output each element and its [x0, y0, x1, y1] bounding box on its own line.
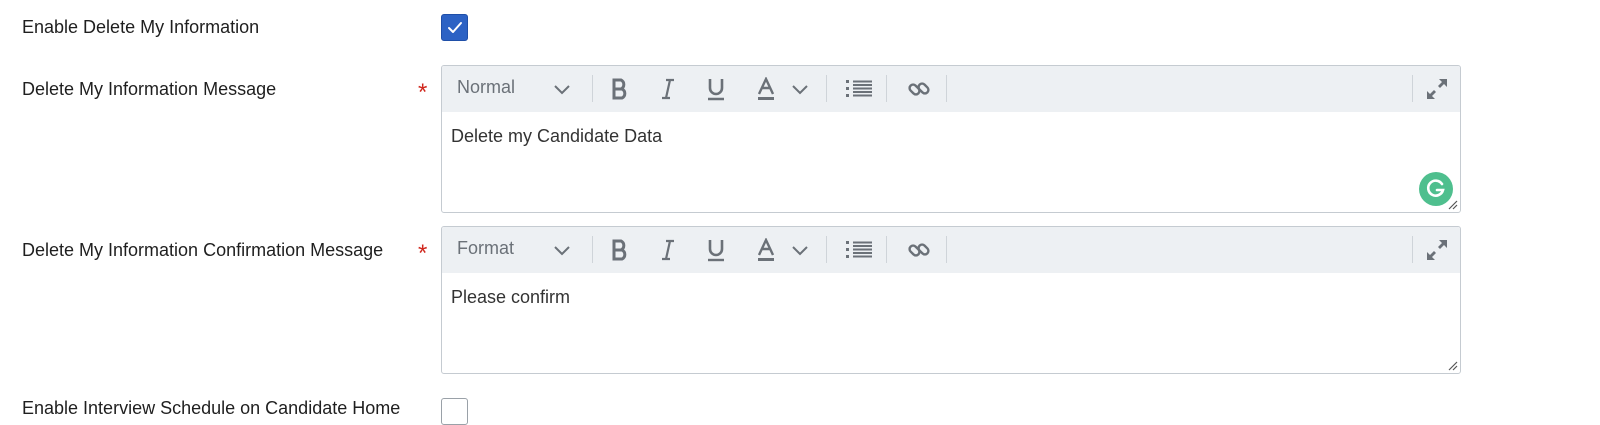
maximize-icon[interactable]: [1420, 66, 1454, 112]
bold-icon[interactable]: [606, 227, 634, 273]
resize-handle-icon[interactable]: [1446, 359, 1458, 371]
delete-message-label: Delete My Information Message: [22, 79, 277, 99]
bold-icon[interactable]: [606, 66, 634, 112]
maximize-icon[interactable]: [1420, 227, 1454, 273]
check-icon: [448, 22, 462, 33]
bulleted-list-icon[interactable]: [842, 227, 876, 273]
confirmation-message-label: Delete My Information Confirmation Messa…: [22, 240, 384, 260]
grammarly-icon[interactable]: [1419, 172, 1453, 206]
enable-delete-checkbox[interactable]: [441, 14, 468, 41]
enable-interview-checkbox[interactable]: [441, 398, 468, 425]
chevron-down-icon: [550, 66, 574, 112]
bulleted-list-icon[interactable]: [842, 66, 876, 112]
required-marker: *: [418, 79, 428, 106]
link-icon[interactable]: [902, 66, 936, 112]
format-dropdown[interactable]: Normal: [442, 66, 582, 112]
delete-message-editor: Normal Delete my Candidate Data: [441, 65, 1461, 213]
required-marker: *: [418, 240, 428, 267]
text-color-icon[interactable]: [752, 227, 780, 273]
chevron-down-icon[interactable]: [788, 227, 812, 273]
underline-icon[interactable]: [702, 227, 730, 273]
italic-icon[interactable]: [654, 66, 682, 112]
chevron-down-icon[interactable]: [788, 66, 812, 112]
enable-interview-label: Enable Interview Schedule on Candidate H…: [22, 398, 401, 418]
text-color-icon[interactable]: [752, 66, 780, 112]
link-icon[interactable]: [902, 227, 936, 273]
format-dropdown[interactable]: Format: [442, 227, 582, 273]
editor-toolbar: Normal: [442, 66, 1460, 112]
editor-toolbar: Format: [442, 227, 1460, 273]
enable-delete-label: Enable Delete My Information: [22, 17, 260, 37]
chevron-down-icon: [550, 227, 574, 273]
underline-icon[interactable]: [702, 66, 730, 112]
format-dropdown-value: Normal: [457, 77, 516, 97]
editor-content[interactable]: Please confirm: [451, 287, 570, 308]
format-dropdown-value: Format: [457, 238, 515, 258]
italic-icon[interactable]: [654, 227, 682, 273]
confirmation-message-editor: Format Please confirm: [441, 226, 1461, 374]
editor-content[interactable]: Delete my Candidate Data: [451, 126, 662, 147]
